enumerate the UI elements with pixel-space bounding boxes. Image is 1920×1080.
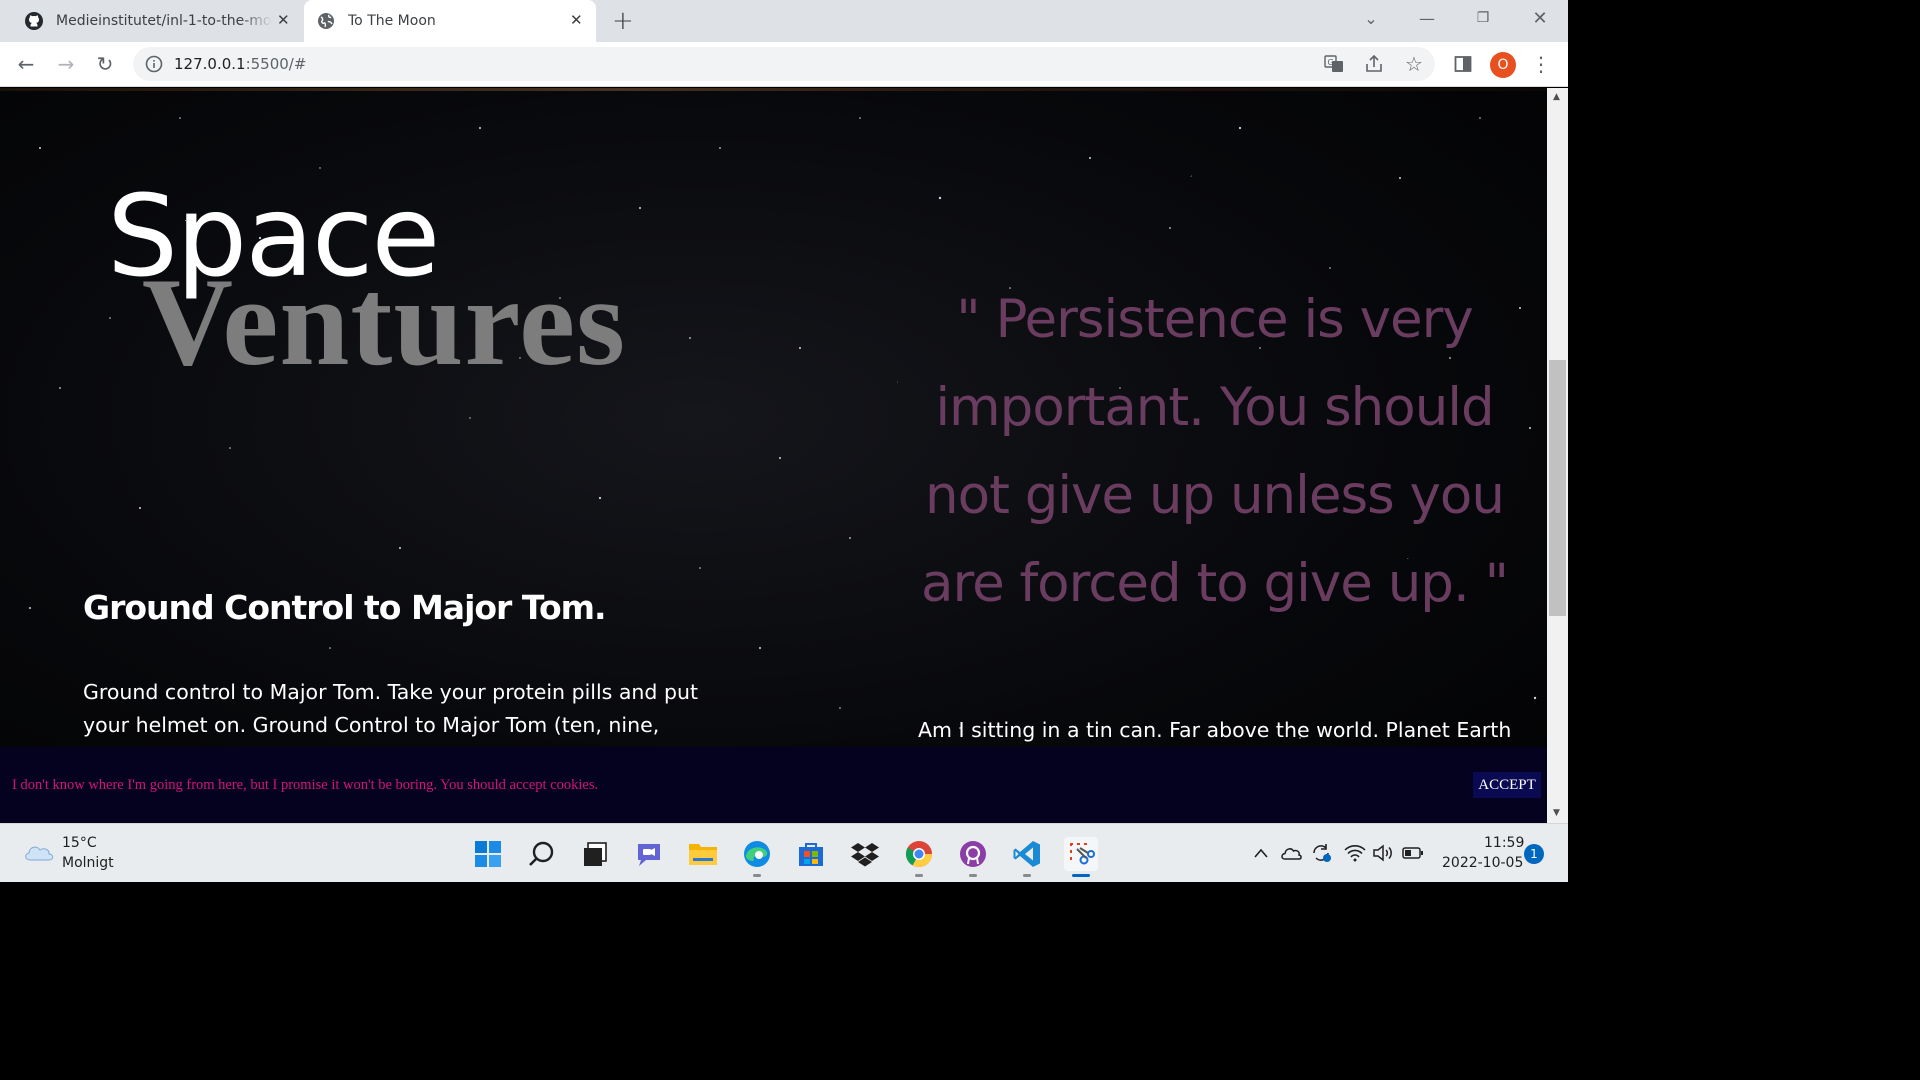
chevron-up-icon[interactable] — [1250, 842, 1272, 864]
weather-temp[interactable]: 15°C — [62, 835, 97, 851]
window-close-icon[interactable]: ✕ — [1525, 0, 1555, 36]
volume-icon[interactable] — [1372, 842, 1394, 864]
new-tab-button[interactable]: + — [612, 6, 634, 36]
page-scrollbar[interactable]: ▲ ▼ — [1547, 88, 1568, 823]
file-explorer-icon[interactable] — [686, 837, 720, 871]
back-icon[interactable]: ← — [12, 50, 40, 78]
hero-quote: " Persistence is very important. You sho… — [920, 289, 1509, 614]
reload-icon[interactable]: ↻ — [91, 50, 119, 78]
running-indicator — [969, 874, 977, 877]
cloud-icon[interactable] — [22, 840, 56, 862]
running-indicator — [1023, 874, 1031, 877]
tab-to-the-moon[interactable]: To The Moon ✕ — [304, 0, 596, 42]
forward-icon[interactable]: → — [52, 50, 80, 78]
browser-toolbar: ← → ↻ 127.0.0.1:5500/# G ☆ O ⋮ — [0, 42, 1568, 87]
tab-title: To The Moon — [348, 13, 436, 29]
vscode-icon[interactable] — [1010, 837, 1044, 871]
site-info-icon[interactable] — [145, 55, 163, 73]
dropbox-icon[interactable] — [848, 837, 882, 871]
tab-github[interactable]: Medieinstitutet/inl-1-to-the-moon ✕ — [12, 0, 300, 42]
active-indicator — [1072, 874, 1090, 877]
wifi-icon[interactable] — [1344, 842, 1366, 864]
sync-icon[interactable] — [1310, 842, 1332, 864]
minimize-icon[interactable]: — — [1412, 0, 1442, 36]
menu-kebab-icon[interactable]: ⋮ — [1527, 50, 1555, 78]
tab-title: Medieinstitutet/inl-1-to-the-moon — [56, 13, 272, 29]
close-tab-icon[interactable]: ✕ — [277, 11, 290, 29]
clock-time[interactable]: 11:59 — [1484, 835, 1524, 851]
logo-ventures: Ventures — [142, 253, 627, 392]
share-icon[interactable] — [1363, 53, 1385, 75]
onedrive-cloud-icon[interactable] — [1280, 842, 1302, 864]
bookmark-star-icon[interactable]: ☆ — [1403, 52, 1425, 76]
github-icon — [24, 11, 44, 31]
cookie-message: I don't know where I'm going from here, … — [12, 777, 599, 793]
restore-icon[interactable]: ❐ — [1468, 0, 1498, 36]
tab-strip: Medieinstitutet/inl-1-to-the-moon ✕ To T… — [0, 0, 1568, 42]
tab-search-icon[interactable]: ⌄ — [1356, 0, 1386, 36]
running-indicator — [753, 874, 761, 877]
svg-text:G: G — [1328, 58, 1334, 67]
accept-cookies-button[interactable]: ACCEPT — [1473, 772, 1541, 798]
clock-date[interactable]: 2022-10-05 — [1442, 855, 1523, 871]
chrome-icon[interactable] — [902, 837, 936, 871]
globe-icon — [316, 11, 336, 31]
section-heading: Ground Control to Major Tom. — [83, 588, 607, 627]
search-icon[interactable] — [525, 837, 559, 871]
scroll-down-arrow-icon[interactable]: ▼ — [1553, 808, 1560, 818]
profile-avatar[interactable]: O — [1490, 52, 1516, 78]
snipping-tool-icon[interactable] — [1064, 837, 1098, 871]
edge-icon[interactable] — [740, 837, 774, 871]
header-image-edge — [0, 88, 1547, 91]
teams-chat-icon[interactable] — [632, 837, 666, 871]
notification-badge[interactable]: 1 — [1524, 844, 1544, 864]
translate-icon[interactable]: G — [1323, 53, 1345, 75]
page-viewport: Space Ventures " Persistence is very imp… — [0, 88, 1547, 823]
scroll-thumb[interactable] — [1549, 360, 1566, 616]
close-tab-icon[interactable]: ✕ — [570, 11, 583, 29]
windows-start-icon[interactable] — [471, 837, 505, 871]
running-indicator — [915, 874, 923, 877]
scroll-up-arrow-icon[interactable]: ▲ — [1553, 92, 1560, 102]
github-desktop-icon[interactable] — [956, 837, 990, 871]
taskbar: 15°C Molnigt 11:59 2022-10-05 1 — [0, 823, 1568, 882]
cookie-banner: I don't know where I'm going from here, … — [0, 747, 1547, 823]
address-bar[interactable]: 127.0.0.1:5500/# G ☆ — [133, 47, 1435, 81]
task-view-icon[interactable] — [578, 837, 612, 871]
side-panel-icon[interactable] — [1449, 50, 1477, 78]
weather-desc[interactable]: Molnigt — [62, 855, 114, 871]
url-text: 127.0.0.1:5500/# — [174, 55, 307, 73]
battery-icon[interactable] — [1402, 842, 1424, 864]
microsoft-store-icon[interactable] — [794, 837, 828, 871]
